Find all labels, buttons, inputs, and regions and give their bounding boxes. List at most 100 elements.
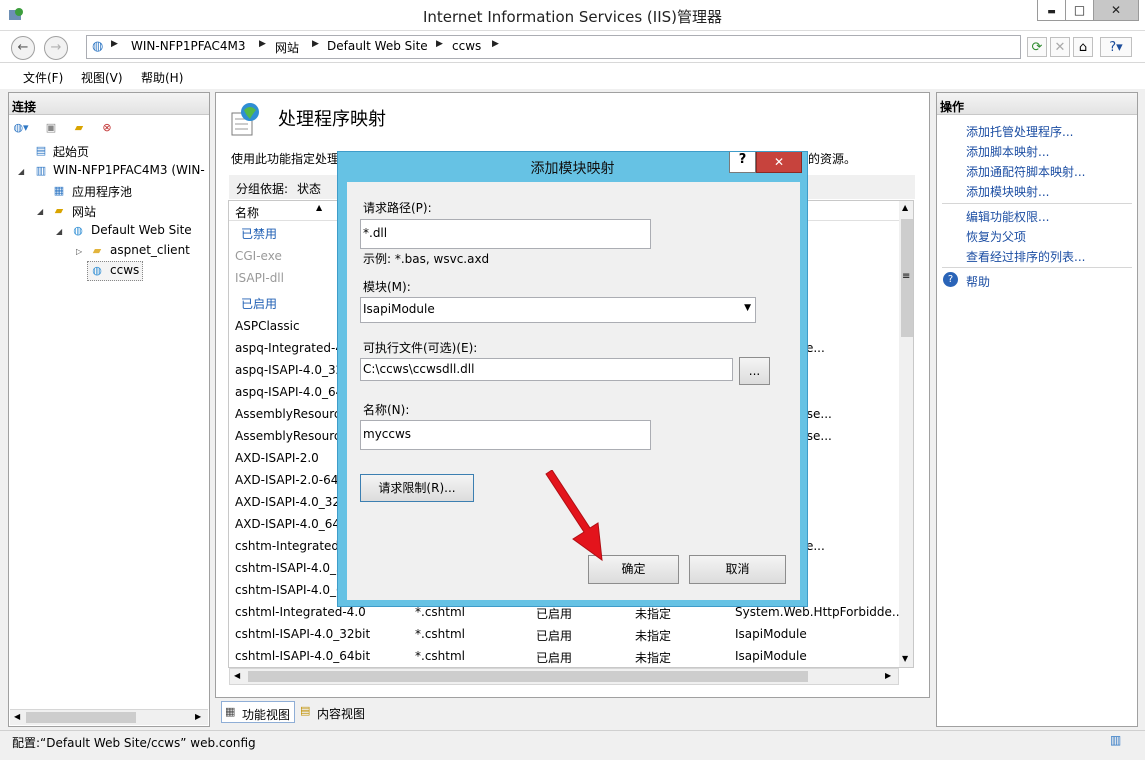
cell-name: AXD-ISAPI-2.0	[235, 451, 319, 465]
tab-content-view[interactable]: ▤ 内容视图	[298, 701, 372, 723]
cancel-button[interactable]: 取消	[689, 555, 786, 584]
sites-folder-icon: ▰	[54, 204, 64, 217]
crumb-sites[interactable]: 网站	[275, 39, 299, 56]
action-add-managed-handler[interactable]: 添加托管处理程序...	[966, 123, 1073, 140]
name-field[interactable]: myccws	[360, 420, 651, 450]
back-button[interactable]: ←	[11, 36, 35, 60]
actions-divider	[942, 203, 1132, 204]
expand-icon[interactable]: ▷	[76, 247, 82, 256]
menu-bar: 文件(F) 视图(V) 帮助(H)	[0, 63, 1145, 89]
browse-button[interactable]: ...	[739, 357, 770, 385]
crumb-ccws[interactable]: ccws	[452, 39, 481, 53]
action-help[interactable]: 帮助	[966, 273, 990, 290]
request-path-example: 示例: *.bas, wsvc.axd	[363, 252, 490, 266]
scroll-grip-icon: ≡	[902, 271, 911, 282]
home-icon[interactable]: ⌂	[1073, 37, 1093, 57]
disconnect-icon[interactable]: ⊗	[99, 120, 115, 136]
scroll-left-icon[interactable]: ◀	[14, 712, 20, 721]
cell-name: CGI-exe	[235, 249, 282, 263]
minimize-button[interactable]: ▬	[1037, 0, 1066, 21]
scroll-thumb[interactable]	[248, 671, 808, 682]
list-horizontal-scrollbar[interactable]: ◀ ▶	[229, 668, 899, 685]
scroll-down-icon[interactable]: ▼	[902, 654, 908, 663]
scroll-left-icon[interactable]: ◀	[234, 671, 240, 680]
forward-arrow-icon: →	[50, 40, 62, 55]
action-view-ordered-list[interactable]: 查看经过排序的列表...	[966, 248, 1085, 265]
dialog-help-button[interactable]: ?	[729, 152, 756, 173]
address-bar[interactable]: ◍ ▶ WIN-NFP1PFAC4M3 ▶ 网站 ▶ Default Web S…	[86, 35, 1021, 59]
list-vertical-scrollbar[interactable]: ▲ ≡ ▼	[899, 201, 913, 667]
menu-view[interactable]: 视图(V)	[81, 69, 123, 86]
maximize-button[interactable]: □	[1065, 0, 1094, 21]
close-window-button[interactable]: ✕	[1093, 0, 1139, 21]
cell-state: 已启用	[536, 651, 573, 665]
collapse-icon[interactable]: ◢	[37, 207, 43, 216]
action-add-module-mapping[interactable]: 添加模块映射...	[966, 183, 1049, 200]
table-row[interactable]: cshtml-ISAPI-4.0_64bit *.cshtml 已启用 未指定 Isap…	[229, 645, 899, 667]
cell-name: cshtml-ISAPI-4.0_64bit	[235, 649, 371, 663]
chevron-down-icon: ▼	[744, 303, 751, 313]
status-text: 配置:“Default Web Site/ccws” web.config	[12, 736, 256, 750]
dialog-close-button[interactable]: ✕	[756, 152, 802, 173]
executable-label: 可执行文件(可选)(E):	[363, 341, 478, 355]
tab-features-view[interactable]: ▦ 功能视图	[221, 701, 295, 723]
tree-item-start-page[interactable]: 起始页	[53, 143, 89, 160]
page-title: 处理程序映射	[278, 109, 386, 130]
forward-button[interactable]: →	[44, 36, 68, 60]
cell-name: aspq-Integrated-4	[235, 341, 343, 355]
add-folder-icon[interactable]: ▰	[71, 120, 87, 136]
cell-name: cshtml-Integrated-4.0	[235, 605, 366, 619]
tree-item-default-web-site[interactable]: Default Web Site	[91, 223, 192, 237]
cell-name: aspq-ISAPI-4.0_32	[235, 363, 344, 377]
executable-field[interactable]: C:\ccws\ccwsdll.dll	[360, 358, 733, 381]
action-add-script-map[interactable]: 添加脚本映射...	[966, 143, 1049, 160]
sort-asc-icon: ▲	[316, 203, 323, 212]
app-pools-icon: ▦	[53, 184, 65, 197]
cell-name: aspq-ISAPI-4.0_64	[235, 385, 344, 399]
connect-icon[interactable]: ◍▾	[13, 120, 29, 136]
tree-item-ccws[interactable]: ccws	[110, 263, 139, 277]
collapse-icon[interactable]: ◢	[56, 227, 62, 236]
connections-panel: 连接 ◍▾ ▣ ▰ ⊗ ▤ 起始页 ◢ ▥ WIN-NFP1PFAC4M3 (W…	[8, 92, 210, 727]
cell-path: *.cshtml	[415, 649, 465, 663]
action-edit-feature-permissions[interactable]: 编辑功能权限...	[966, 208, 1049, 225]
help-circle-icon: ?	[943, 272, 958, 287]
chevron-right-icon: ▶	[312, 39, 319, 49]
menu-file[interactable]: 文件(F)	[23, 69, 63, 86]
tree-item-aspnet-client[interactable]: aspnet_client	[110, 243, 190, 257]
app-globe-icon: ◍	[92, 264, 102, 277]
module-select[interactable]: IsapiModule ▼	[360, 297, 756, 323]
crumb-default-web-site[interactable]: Default Web Site	[327, 39, 428, 53]
help-icon[interactable]: ?▾	[1100, 37, 1132, 57]
scroll-right-icon[interactable]: ▶	[195, 712, 201, 721]
group-by-select[interactable]: 状态	[297, 180, 321, 197]
page-description: 使用此功能指定处理	[231, 152, 340, 166]
tree-horizontal-scrollbar[interactable]: ◀ ▶	[10, 709, 208, 725]
back-arrow-icon: ←	[17, 40, 29, 55]
close-icon: ✕	[1110, 3, 1122, 17]
tree-item-app-pools[interactable]: 应用程序池	[72, 183, 132, 200]
maximize-icon: □	[1073, 3, 1086, 17]
request-restrictions-button[interactable]: 请求限制(R)...	[360, 474, 474, 502]
stop-icon[interactable]: ✕	[1050, 37, 1070, 57]
tree-item-server[interactable]: WIN-NFP1PFAC4M3 (WIN-	[53, 163, 205, 177]
collapse-icon[interactable]: ◢	[18, 167, 24, 176]
menu-help[interactable]: 帮助(H)	[141, 69, 183, 86]
features-view-icon: ▦	[225, 705, 236, 718]
action-revert-to-parent[interactable]: 恢复为父项	[966, 228, 1026, 245]
save-icon[interactable]: ▣	[43, 120, 59, 136]
request-path-field[interactable]: *.dll	[360, 219, 651, 249]
scroll-thumb[interactable]	[26, 712, 136, 723]
tree-item-sites[interactable]: 网站	[72, 203, 96, 220]
cell-type: 未指定	[635, 629, 672, 643]
table-row[interactable]: cshtml-ISAPI-4.0_32bit *.cshtml 已启用 未指定 Isap…	[229, 623, 899, 645]
scroll-right-icon[interactable]: ▶	[885, 671, 891, 680]
action-add-wildcard-script-map[interactable]: 添加通配符脚本映射...	[966, 163, 1085, 180]
crumb-server[interactable]: WIN-NFP1PFAC4M3	[131, 39, 246, 53]
chevron-right-icon: ▶	[436, 39, 443, 49]
actions-divider	[942, 267, 1132, 268]
column-name-header[interactable]: 名称	[235, 204, 259, 221]
refresh-icon[interactable]: ⟳	[1027, 37, 1047, 57]
scroll-up-icon[interactable]: ▲	[902, 203, 908, 212]
address-toolbar: ← → ◍ ▶ WIN-NFP1PFAC4M3 ▶ 网站 ▶ Default W…	[0, 31, 1145, 63]
